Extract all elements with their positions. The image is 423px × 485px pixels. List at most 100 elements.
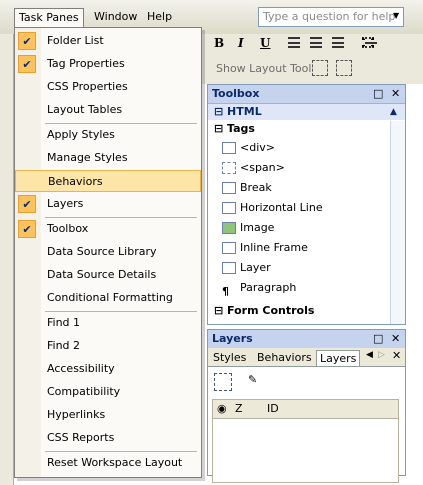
span-icon (222, 162, 236, 174)
ask-question-input[interactable]: Type a question for help (258, 7, 404, 27)
maximize-icon[interactable]: □ (373, 330, 383, 348)
menu-item-compatibility[interactable]: Compatibility (15, 381, 201, 403)
draw-layer-icon[interactable]: ✎ (248, 373, 266, 391)
inline-frame-icon (222, 242, 236, 254)
menu-item-apply-styles[interactable]: Apply Styles (15, 124, 201, 146)
align-center-icon[interactable] (310, 37, 322, 48)
tool-label: Inline Frame (240, 241, 308, 254)
new-layer-icon[interactable] (214, 373, 232, 391)
menu-window[interactable]: Window (90, 8, 141, 28)
draw-layout-table-icon[interactable] (312, 60, 328, 76)
tool-label: Horizontal Line (240, 201, 323, 214)
section-label: Form Controls (227, 304, 315, 317)
menu-item-behaviors[interactable]: Behaviors (15, 170, 201, 192)
underline-button[interactable]: U (260, 36, 270, 50)
column-z[interactable]: Z (235, 400, 243, 418)
menu-item-accessibility[interactable]: Accessibility (15, 358, 201, 380)
tool-span[interactable]: <span> (208, 158, 405, 178)
chevron-down-icon[interactable]: ▼ (393, 11, 399, 20)
layers-header: Layers □ ✕ (208, 330, 405, 348)
menu-item-css-properties[interactable]: CSS Properties (15, 76, 201, 98)
maximize-icon[interactable]: □ (373, 85, 383, 103)
menu-item-layout-tables[interactable]: Layout Tables (15, 99, 201, 121)
show-layout-tool-button[interactable]: Show Layout Tool (204, 60, 311, 78)
tool-label: Paragraph (240, 281, 297, 294)
tool-label: Image (240, 221, 275, 234)
layers-title: Layers (212, 332, 253, 345)
tool-div[interactable]: <div> (208, 138, 405, 158)
layers-panel: Layers □ ✕ Styles Behaviors Layers ◀ ▷ ✕… (207, 329, 406, 483)
menu-item-find-2[interactable]: Find 2 (15, 335, 201, 357)
check-icon: ✔ (18, 195, 36, 213)
scroll-up-icon[interactable]: ▲ (390, 104, 397, 120)
tool-label: Layer (240, 261, 271, 274)
close-icon[interactable]: ✕ (391, 330, 400, 348)
horizontal-line-icon (222, 202, 236, 214)
border-icon[interactable] (362, 37, 377, 48)
toolbox-header: Toolbox □ ✕ (208, 85, 405, 103)
menu-item-manage-styles[interactable]: Manage Styles (15, 147, 201, 169)
layers-tab-strip: Styles Behaviors Layers ◀ ▷ ✕ (208, 348, 405, 367)
menu-item-find-1[interactable]: Find 1 (15, 312, 201, 334)
menu-item-hyperlinks[interactable]: Hyperlinks (15, 404, 201, 426)
tool-layer[interactable]: Layer (208, 258, 405, 278)
div-icon (222, 142, 236, 154)
layer-icon (222, 262, 236, 274)
layers-column-header: ◉ Z ID (212, 399, 399, 419)
layers-toolbar: ✎ (208, 367, 405, 397)
tool-label: <div> (240, 141, 275, 154)
menu-item-reset-workspace-layout[interactable]: Reset Workspace Layout (15, 452, 201, 474)
task-panes-menu: ✔ Folder List ✔ Tag Properties CSS Propert… (14, 27, 202, 478)
window-left-edge (0, 34, 14, 485)
close-tab-icon[interactable]: ✕ (392, 349, 401, 362)
menu-item-toolbox[interactable]: ✔ Toolbox (15, 218, 201, 240)
check-icon: ✔ (18, 220, 36, 238)
align-right-icon[interactable] (332, 37, 344, 48)
tool-image[interactable]: Image (208, 218, 405, 238)
tool-horizontal-line[interactable]: Horizontal Line (208, 198, 405, 218)
column-id[interactable]: ID (267, 400, 279, 418)
collapse-icon: ⊟ (214, 105, 228, 118)
image-icon (222, 222, 236, 234)
section-label: Tags (227, 122, 255, 135)
tab-scroll-right-icon[interactable]: ▷ (378, 350, 385, 360)
tool-label: Break (240, 181, 272, 194)
menu-item-folder-list[interactable]: ✔ Folder List (15, 30, 201, 52)
toolbox-title: Toolbox (212, 87, 260, 100)
layers-list[interactable] (212, 419, 399, 483)
menu-item-conditional-formatting[interactable]: Conditional Formatting (15, 287, 201, 309)
collapse-icon: ⊟ (214, 304, 228, 317)
tool-break[interactable]: Break (208, 178, 405, 198)
check-icon: ✔ (18, 32, 36, 50)
group-label: HTML (227, 105, 262, 118)
menu-task-panes[interactable]: Task Panes (14, 8, 84, 28)
toolbox-scrollbar[interactable] (390, 121, 405, 324)
menu-item-data-source-details[interactable]: Data Source Details (15, 264, 201, 286)
toolbox-section-tags[interactable]: ⊟ Tags (208, 120, 405, 138)
bold-button[interactable]: B (214, 36, 224, 50)
menu-item-data-source-library[interactable]: Data Source Library (15, 241, 201, 263)
tab-styles[interactable]: Styles (210, 350, 249, 366)
draw-layout-cell-icon[interactable] (336, 60, 352, 76)
italic-button[interactable]: I (238, 36, 244, 50)
menu-item-layers[interactable]: ✔ Layers (15, 193, 201, 215)
menu-item-css-reports[interactable]: CSS Reports (15, 427, 201, 449)
paragraph-icon: ¶ (222, 285, 229, 298)
menu-item-tag-properties[interactable]: ✔ Tag Properties (15, 53, 201, 75)
tab-scroll-left-icon[interactable]: ◀ (366, 350, 373, 360)
tool-label: <span> (240, 161, 285, 174)
align-left-icon[interactable] (288, 37, 300, 48)
toolbox-panel: Toolbox □ ✕ ⊟ HTML ▲ ⊟ Tags <div> <span>… (207, 84, 406, 325)
close-icon[interactable]: ✕ (391, 85, 400, 103)
collapse-icon: ⊟ (214, 122, 228, 135)
tool-paragraph[interactable]: ¶ Paragraph (208, 278, 405, 298)
tool-inline-frame[interactable]: Inline Frame (208, 238, 405, 258)
break-icon (222, 182, 236, 194)
check-icon: ✔ (18, 55, 36, 73)
menu-help[interactable]: Help (143, 8, 176, 28)
tab-layers[interactable]: Layers (316, 350, 361, 366)
toolbox-group-html[interactable]: ⊟ HTML ▲ (208, 103, 405, 120)
eye-icon[interactable]: ◉ (217, 400, 227, 418)
tab-behaviors[interactable]: Behaviors (254, 350, 315, 366)
toolbox-section-form-controls[interactable]: ⊟ Form Controls (208, 302, 405, 320)
